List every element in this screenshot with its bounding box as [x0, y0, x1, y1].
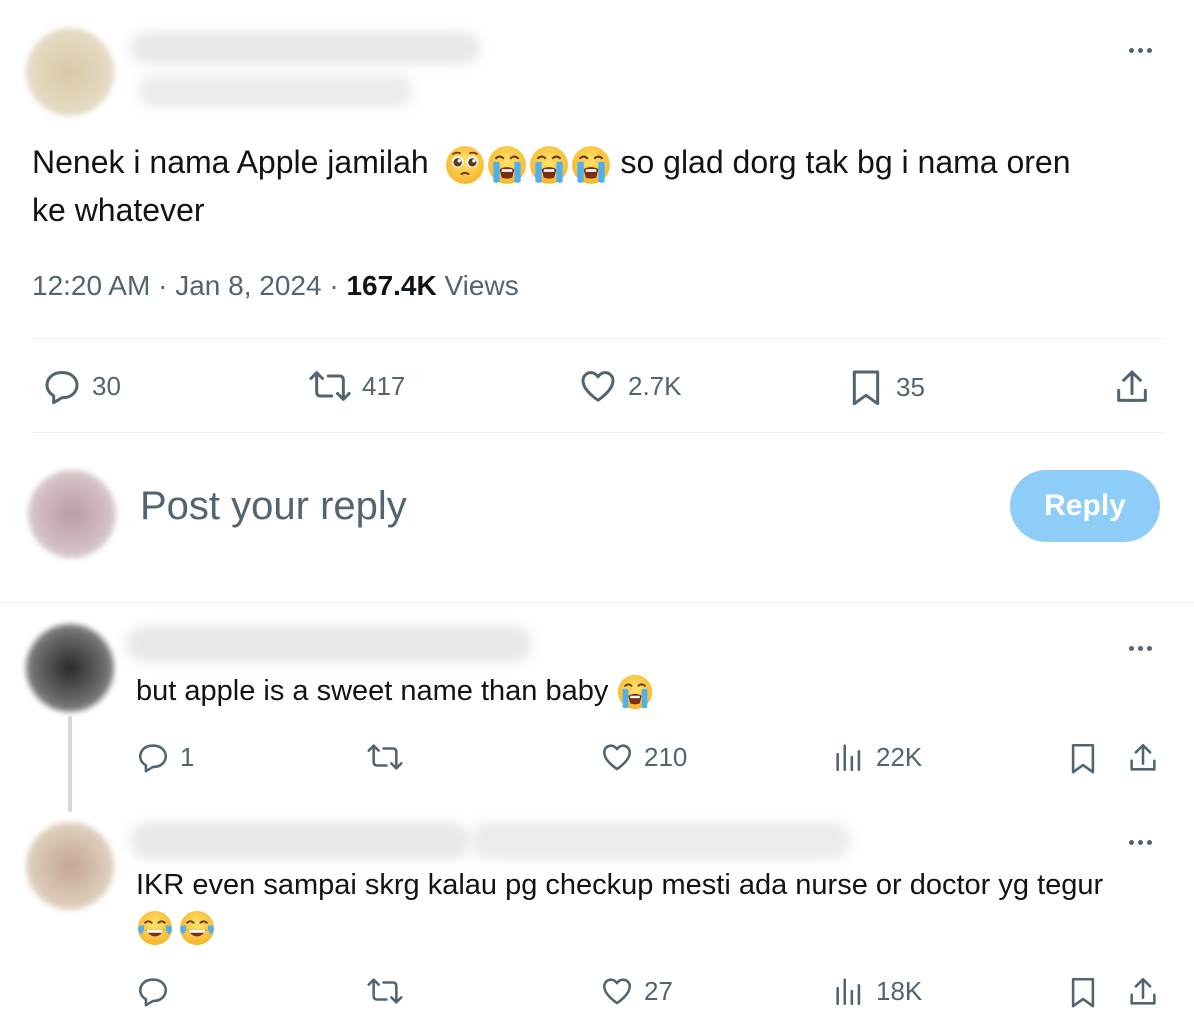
- views-label: Views: [444, 270, 519, 301]
- bookmark-action[interactable]: [1066, 974, 1100, 1010]
- views-count: 167.4K: [346, 270, 437, 301]
- tweet-time[interactable]: 12:20 AM: [32, 270, 150, 301]
- heart-icon: [581, 371, 615, 402]
- reply-icon: [138, 978, 168, 1007]
- bookmark-icon: [1071, 743, 1095, 774]
- share-action[interactable]: [1126, 974, 1160, 1010]
- thread-connector: [68, 716, 72, 812]
- tweet-text: Nenek i nama Apple jamilah so glad dorg …: [32, 138, 1172, 234]
- repost-icon: [367, 978, 403, 1004]
- face-with-tears-of-joy-icon: [178, 909, 216, 947]
- views-count: 22K: [876, 741, 923, 772]
- author-avatar[interactable]: [26, 28, 114, 116]
- like-action[interactable]: 27: [600, 974, 673, 1008]
- more-options-icon[interactable]: [1129, 840, 1152, 845]
- loudly-crying-face-icon: [616, 673, 654, 711]
- reply-author-handle-redacted[interactable]: [470, 822, 850, 860]
- reply-author-name-redacted[interactable]: [130, 822, 470, 860]
- repost-icon: [367, 744, 403, 770]
- tweet-date[interactable]: Jan 8, 2024: [175, 270, 321, 301]
- reply-text: but apple is a sweet name than baby: [136, 670, 1166, 712]
- share-icon: [1130, 743, 1156, 771]
- pleading-face-icon: [444, 144, 486, 186]
- repost-action[interactable]: 417: [308, 366, 405, 406]
- bookmark-action[interactable]: 35: [846, 366, 925, 408]
- views-action[interactable]: 18K: [832, 974, 922, 1008]
- like-count: 27: [644, 975, 673, 1006]
- like-count: 210: [644, 741, 688, 772]
- heart-icon: [602, 978, 632, 1005]
- reply-action[interactable]: 1: [136, 740, 194, 774]
- analytics-icon: [836, 744, 861, 772]
- bookmark-action[interactable]: [1066, 740, 1100, 776]
- reply-icon: [138, 744, 168, 773]
- current-user-avatar[interactable]: [28, 470, 116, 558]
- face-with-tears-of-joy-icon: [136, 909, 174, 947]
- share-icon: [1117, 370, 1147, 402]
- analytics-icon: [836, 978, 861, 1006]
- divider: [0, 602, 1194, 603]
- views-action[interactable]: 22K: [832, 740, 922, 774]
- reply-text-body: but apple is a sweet name than baby: [136, 675, 609, 707]
- reply-input[interactable]: Post your reply: [140, 484, 407, 529]
- heart-icon: [602, 744, 632, 771]
- reply-count: 1: [180, 741, 195, 772]
- repost-count: 417: [362, 370, 406, 401]
- reply-text-body: IKR even sampai skrg kalau pg checkup me…: [136, 869, 1104, 901]
- loudly-crying-face-icon: [528, 144, 570, 186]
- divider: [32, 338, 1164, 339]
- divider: [32, 432, 1164, 433]
- tweet-text-line2: ke whatever: [32, 192, 205, 228]
- reply-author-avatar[interactable]: [26, 624, 114, 712]
- reply-button[interactable]: Reply: [1010, 470, 1160, 542]
- meta-separator: ·: [329, 270, 339, 301]
- author-name-redacted[interactable]: [130, 32, 480, 64]
- meta-separator: ·: [158, 270, 168, 301]
- like-action[interactable]: 2.7K: [578, 366, 682, 406]
- reply-action[interactable]: [136, 974, 180, 1008]
- more-options-icon[interactable]: [1129, 48, 1152, 53]
- like-count: 2.7K: [628, 370, 682, 401]
- repost-action[interactable]: [366, 974, 414, 1008]
- reply-text: IKR even sampai skrg kalau pg checkup me…: [136, 864, 1176, 948]
- tweet-text-part2: so glad dorg tak bg i nama oren: [611, 144, 1071, 180]
- bookmark-count: 35: [896, 371, 925, 402]
- reply-count: 30: [92, 370, 121, 401]
- reply-author-name-redacted[interactable]: [126, 626, 532, 662]
- repost-icon: [309, 371, 351, 401]
- views-count: 18K: [876, 975, 923, 1006]
- reply-author-avatar[interactable]: [26, 822, 114, 910]
- repost-action[interactable]: [366, 740, 414, 774]
- tweet-text-part1: Nenek i nama Apple jamilah: [32, 144, 429, 180]
- author-handle-redacted[interactable]: [138, 74, 413, 108]
- loudly-crying-face-icon: [570, 144, 612, 186]
- loudly-crying-face-icon: [486, 144, 528, 186]
- reply-icon: [45, 371, 79, 405]
- more-options-icon[interactable]: [1129, 646, 1152, 651]
- tweet-meta: 12:20 AM · Jan 8, 2024 · 167.4K Views: [32, 270, 519, 302]
- bookmark-icon: [1071, 977, 1095, 1008]
- like-action[interactable]: 210: [600, 740, 687, 774]
- share-icon: [1130, 977, 1156, 1005]
- share-action[interactable]: [1126, 740, 1160, 776]
- bookmark-icon: [852, 370, 880, 406]
- share-action[interactable]: [1112, 366, 1152, 408]
- reply-action[interactable]: 30: [42, 366, 121, 406]
